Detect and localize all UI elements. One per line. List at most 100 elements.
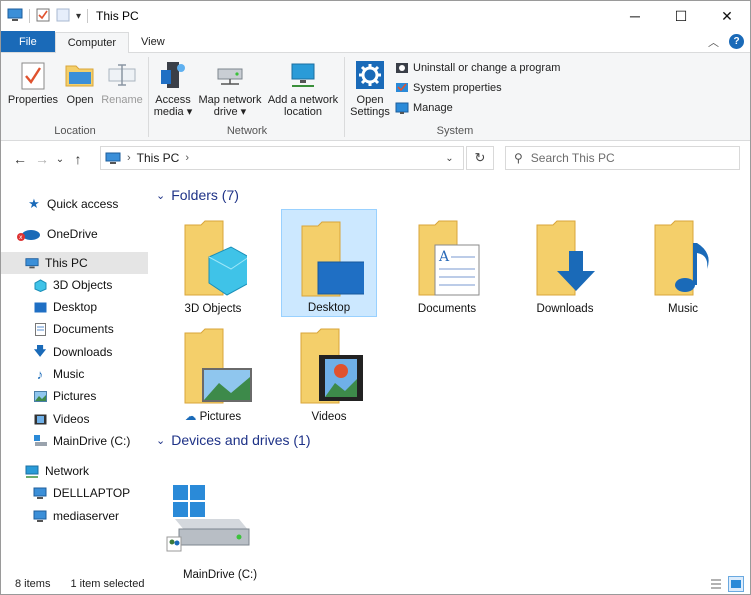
add-location-label-1: Add a network xyxy=(267,94,339,106)
folder-tile-music[interactable]: Music xyxy=(635,209,731,317)
rename-label: Rename xyxy=(101,94,143,106)
network-group: Access media ▾ Map network drive ▾ Add a… xyxy=(149,53,345,141)
settings-icon xyxy=(354,59,386,91)
system-group-label: System xyxy=(436,125,474,137)
rename-button[interactable]: Rename xyxy=(99,59,145,106)
folder-tile-documents[interactable]: A Documents xyxy=(399,209,495,317)
up-button[interactable]: ↑ xyxy=(67,151,89,167)
toolbar-divider xyxy=(87,9,89,23)
drive-icon xyxy=(33,434,47,448)
tab-file[interactable]: File xyxy=(1,31,55,52)
map-network-drive-button[interactable]: Map network drive ▾ xyxy=(195,59,265,118)
folder-tile-desktop[interactable]: Desktop xyxy=(281,209,377,317)
properties-icon xyxy=(17,59,49,91)
breadcrumb-chevron-icon[interactable]: › xyxy=(127,152,131,164)
maximize-button[interactable]: ☐ xyxy=(658,1,704,31)
add-network-location-button[interactable]: Add a network location xyxy=(265,59,341,118)
breadcrumb-this-pc[interactable]: This PC xyxy=(137,151,180,165)
nav-item-label: MainDrive (C:) xyxy=(53,434,131,448)
address-bar[interactable]: › This PC › xyxy=(100,146,464,170)
system-properties-button[interactable]: System properties xyxy=(395,79,502,97)
open-button[interactable]: Open xyxy=(63,59,97,106)
drive-icon xyxy=(166,485,250,552)
minimize-button[interactable]: ─ xyxy=(612,1,658,31)
folder-label: Desktop xyxy=(307,302,351,314)
new-folder-icon[interactable] xyxy=(56,8,70,25)
nav-item-quick-access[interactable]: ★ Quick access xyxy=(1,193,148,215)
uninstall-program-button[interactable]: Uninstall or change a program xyxy=(395,59,560,77)
drive-tile-maindrive[interactable]: MainDrive (C:) xyxy=(165,471,275,581)
properties-icon[interactable] xyxy=(36,8,50,25)
star-icon: ★ xyxy=(28,196,40,211)
nav-item-videos[interactable]: Videos xyxy=(1,408,148,430)
nav-item-maindrive[interactable]: MainDrive (C:) xyxy=(1,430,148,452)
refresh-button[interactable]: ↻ xyxy=(466,146,494,170)
nav-item-this-pc[interactable]: This PC xyxy=(1,252,148,274)
open-settings-button[interactable]: Open Settings xyxy=(349,59,391,118)
ribbon-right-controls: ︿ ? xyxy=(708,31,750,52)
nav-item-downloads[interactable]: 🡇 Downloads xyxy=(1,341,148,363)
document-icon xyxy=(33,322,47,336)
window-controls: ─ ☐ ✕ xyxy=(612,1,750,31)
nav-item-label: 3D Objects xyxy=(53,278,113,292)
network-group-label: Network xyxy=(226,125,268,137)
devices-group-header[interactable]: ⌄ Devices and drives (1) xyxy=(156,432,311,448)
rename-icon xyxy=(106,59,138,91)
access-media-button[interactable]: Access media ▾ xyxy=(153,59,193,118)
folder-label: Documents xyxy=(417,303,477,315)
search-icon: ⚲ xyxy=(514,151,523,165)
svg-text:x: x xyxy=(19,234,23,241)
forward-button[interactable]: → xyxy=(31,151,53,167)
manage-label: Manage xyxy=(413,102,453,114)
tab-computer[interactable]: Computer xyxy=(54,32,130,53)
nav-item-music[interactable]: ♪ Music xyxy=(1,363,148,385)
nav-item-mediaserver[interactable]: mediaserver xyxy=(1,505,148,527)
details-view-icon[interactable] xyxy=(708,576,724,592)
folder-tile-3d-objects[interactable]: 3D Objects xyxy=(165,209,261,317)
folder-downloads-icon xyxy=(536,220,595,296)
manage-button[interactable]: Manage xyxy=(395,99,453,117)
svg-text:A: A xyxy=(438,249,450,265)
recent-locations-button[interactable]: ⌄ xyxy=(53,154,67,165)
computer-icon xyxy=(33,486,47,500)
help-icon[interactable]: ? xyxy=(729,34,744,49)
back-button[interactable]: ← xyxy=(9,151,31,167)
nav-item-network[interactable]: Network xyxy=(1,460,148,482)
customize-toolbar-icon[interactable]: ▾ xyxy=(76,11,81,22)
item-count: 8 items xyxy=(15,578,51,590)
nav-item-pictures[interactable]: Pictures xyxy=(1,385,148,407)
media-server-icon xyxy=(157,59,189,91)
folder-tile-downloads[interactable]: Downloads xyxy=(517,209,613,317)
folder-label: Videos xyxy=(311,411,347,423)
properties-label: Properties xyxy=(7,94,59,106)
large-icons-view-icon[interactable] xyxy=(728,576,744,592)
location-group: Properties Open Rename Location xyxy=(1,53,149,141)
close-button[interactable]: ✕ xyxy=(704,1,750,31)
tab-view[interactable]: View xyxy=(129,31,177,52)
nav-item-label: mediaserver xyxy=(53,509,120,523)
system-group: Open Settings Uninstall or change a prog… xyxy=(345,53,565,141)
access-media-label-2: media ▾ xyxy=(153,106,193,118)
address-dropdown-button[interactable]: ⌄ xyxy=(436,146,464,170)
collapse-ribbon-icon[interactable]: ︿ xyxy=(708,34,719,50)
nav-item-onedrive[interactable]: x OneDrive xyxy=(1,223,148,245)
folder-documents-icon: A xyxy=(418,220,480,296)
properties-button[interactable]: Properties xyxy=(7,59,59,106)
selection-count: 1 item selected xyxy=(70,578,145,590)
open-settings-label-2: Settings xyxy=(350,106,390,118)
map-drive-label-2: drive ▾ xyxy=(213,106,247,118)
nav-item-label: Music xyxy=(53,367,85,381)
folder-tile-videos[interactable]: Videos xyxy=(281,317,377,425)
breadcrumb-chevron-icon[interactable]: › xyxy=(185,152,189,164)
cloud-sync-icon: ☁ xyxy=(184,411,197,423)
nav-item-desktop[interactable]: Desktop xyxy=(1,296,148,318)
folder-label: Downloads xyxy=(536,303,594,315)
nav-item-delllaptop[interactable]: DELLLAPTOP xyxy=(1,482,148,504)
explorer-window: ▾ This PC ─ ☐ ✕ File Computer View ︿ ? P… xyxy=(0,0,751,595)
nav-item-3d-objects[interactable]: 3D Objects xyxy=(1,274,148,296)
folder-tile-pictures[interactable]: ☁ Pictures xyxy=(165,317,261,425)
nav-item-documents[interactable]: Documents xyxy=(1,318,148,340)
search-box[interactable]: ⚲ Search This PC xyxy=(505,146,740,170)
folders-group-header[interactable]: ⌄ Folders (7) xyxy=(156,187,239,203)
uninstall-icon xyxy=(396,63,408,73)
